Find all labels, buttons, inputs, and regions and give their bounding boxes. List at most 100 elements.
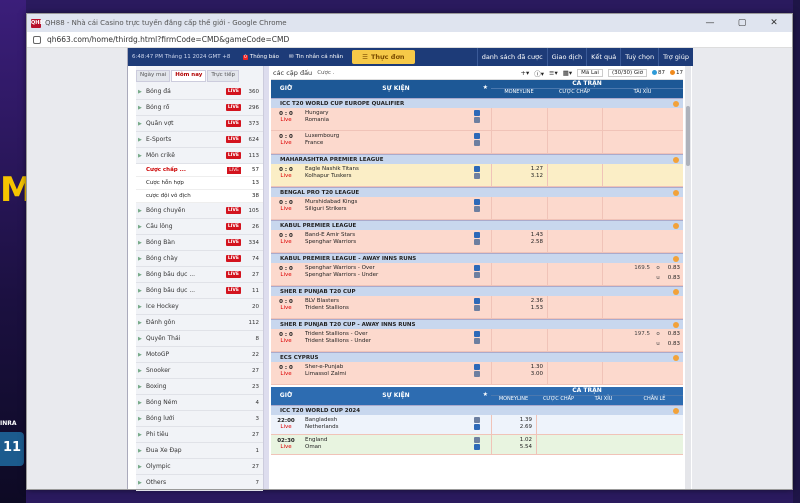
stats-icon[interactable] xyxy=(474,298,480,304)
stats-icon[interactable] xyxy=(474,133,480,139)
over-under-cell[interactable]: 197.5 o 0.83 u 0.83 xyxy=(602,329,683,351)
live-tv-icon[interactable] xyxy=(474,173,480,179)
league-header[interactable]: SHER E PUNJAB T20 CUP xyxy=(271,286,683,296)
collapse-icon[interactable] xyxy=(673,190,679,196)
moneyline-cell[interactable]: 1.02 5.54 xyxy=(491,435,536,454)
site-info-icon[interactable] xyxy=(33,35,41,44)
sidebar-item[interactable]: ▶ Cầu lông LIVE 26 xyxy=(136,219,263,235)
sidebar-item[interactable]: ▶ Bóng Bàn LIVE 334 xyxy=(136,235,263,251)
chip-one[interactable]: 87 xyxy=(652,70,665,76)
moneyline-home[interactable]: 1.39 xyxy=(492,417,532,424)
sidebar-item[interactable]: ▶ Ice Hockey 20 xyxy=(136,299,263,315)
menu-button[interactable]: ☰ Thực đơn xyxy=(352,50,415,64)
ou-under-odd[interactable] xyxy=(663,120,683,130)
address-bar[interactable]: qh663.com/home/thirdg.html?firmCode=CMD&… xyxy=(27,32,792,48)
moneyline-home[interactable]: 1.02 xyxy=(492,437,532,444)
ou-over-odd[interactable] xyxy=(663,110,683,120)
moneyline-cell[interactable] xyxy=(491,108,547,130)
sidebar-subitem[interactable]: cược đội vô địch 38 xyxy=(136,190,263,203)
notice-link[interactable]: 0 Thông báo xyxy=(238,54,284,60)
sidebar-item[interactable]: ▶ Đua Xe Đạp 1 xyxy=(136,443,263,459)
moneyline-cell[interactable]: 1.27 3.12 xyxy=(491,164,547,186)
league-header[interactable]: KABUL PREMIER LEAGUE xyxy=(271,220,683,230)
handicap-cell[interactable] xyxy=(536,415,591,434)
tab-results[interactable]: Kết quả xyxy=(586,48,620,66)
inbox-link[interactable]: ✉ Tin nhắn cá nhân xyxy=(284,54,348,60)
ou-over-odd[interactable] xyxy=(663,298,683,308)
sidebar-item[interactable]: ▶ Đánh gôn 112 xyxy=(136,315,263,331)
moneyline-home[interactable]: 1.30 xyxy=(492,364,543,371)
close-button[interactable]: ✕ xyxy=(760,18,788,28)
sidebar-item[interactable]: ▶ Bóng chuyền LIVE 105 xyxy=(136,203,263,219)
moneyline-cell[interactable] xyxy=(491,197,547,219)
moneyline-cell[interactable]: 1.30 3.00 xyxy=(491,362,547,384)
sidebar-tab[interactable]: Hôm nay xyxy=(171,70,207,82)
ou-over-odd[interactable] xyxy=(663,166,683,176)
sidebar-item[interactable]: ▶ Môn crikê LIVE 113 xyxy=(136,148,263,164)
ou-over-odd[interactable]: 0.83 xyxy=(663,265,683,275)
moneyline-away[interactable]: 3.00 xyxy=(492,371,543,378)
sidebar-subitem[interactable]: Cược chấp ... LIVE 57 xyxy=(136,164,263,177)
info-icon[interactable]: ⓘ▾ xyxy=(534,68,544,78)
ou-over-odd[interactable] xyxy=(663,364,683,374)
sidebar-item[interactable]: ▶ Bóng bầu dục ... LIVE 27 xyxy=(136,267,263,283)
stats-icon[interactable] xyxy=(474,331,480,337)
live-tv-icon[interactable] xyxy=(474,305,480,311)
minimize-button[interactable]: — xyxy=(696,18,724,28)
collapse-icon[interactable] xyxy=(673,256,679,262)
grid-icon[interactable]: ▦▾ xyxy=(563,69,572,77)
over-under-cell[interactable] xyxy=(602,362,683,384)
collapse-icon[interactable] xyxy=(673,408,679,414)
stats-icon[interactable] xyxy=(474,265,480,271)
sidebar-tab[interactable]: Trực tiếp xyxy=(207,70,239,82)
moneyline-cell[interactable] xyxy=(491,131,547,153)
sidebar-item[interactable]: ▶ Bóng bầu dục ... LIVE 11 xyxy=(136,283,263,299)
sidebar-item[interactable]: ▶ Phi tiêu 27 xyxy=(136,427,263,443)
live-tv-icon[interactable] xyxy=(474,239,480,245)
ou-under-odd[interactable]: 0.83 xyxy=(663,275,683,285)
ou-under-odd[interactable] xyxy=(663,308,683,318)
live-tv-icon[interactable] xyxy=(474,444,480,450)
stats-icon[interactable] xyxy=(474,110,480,116)
ou-under-odd[interactable]: 0.83 xyxy=(663,341,683,351)
moneyline-cell[interactable]: 2.36 1.53 xyxy=(491,296,547,318)
sidebar-item[interactable]: ▶ Bóng Ném 4 xyxy=(136,395,263,411)
handicap-cell[interactable] xyxy=(547,230,602,252)
tab-transactions[interactable]: Giao dịch xyxy=(546,48,587,66)
handicap-cell[interactable] xyxy=(547,164,602,186)
over-under-cell[interactable]: 169.5 o 0.83 u 0.83 xyxy=(602,263,683,285)
favorite-star2-icon[interactable]: ★ xyxy=(483,391,488,398)
moneyline-cell[interactable] xyxy=(491,329,547,351)
live-tv-icon[interactable] xyxy=(474,117,480,123)
over-under-cell[interactable] xyxy=(602,131,683,153)
moneyline-away[interactable]: 5.54 xyxy=(492,444,532,451)
sidebar-item[interactable]: ▶ Boxing 23 xyxy=(136,379,263,395)
favorite-star-icon[interactable]: ★ xyxy=(483,84,488,91)
ou-over-odd[interactable] xyxy=(663,199,683,209)
over-under-cell[interactable] xyxy=(602,197,683,219)
stats-icon[interactable] xyxy=(474,232,480,238)
moneyline-away[interactable]: 3.12 xyxy=(492,173,543,180)
collapse-icon[interactable] xyxy=(673,101,679,107)
sidebar-item[interactable]: ▶ Bóng rổ LIVE 296 xyxy=(136,100,263,116)
sidebar-item[interactable]: ▶ Quyền Thái 8 xyxy=(136,331,263,347)
sidebar-item[interactable]: ▶ Quần vợt LIVE 373 xyxy=(136,116,263,132)
live-tv-icon[interactable] xyxy=(474,371,480,377)
tab-options[interactable]: Tuỳ chọn xyxy=(620,48,658,66)
ou-over-odd[interactable] xyxy=(663,133,683,143)
moneyline-cell[interactable]: 1.39 2.69 xyxy=(491,415,536,434)
sidebar-item[interactable]: ▶ E-Sports LIVE 624 xyxy=(136,132,263,148)
ou-under-odd[interactable] xyxy=(663,242,683,252)
ou-under-odd[interactable] xyxy=(663,374,683,384)
sidebar-scrollbar[interactable] xyxy=(264,66,269,489)
sidebar-item[interactable]: ▶ Bóng lưới 3 xyxy=(136,411,263,427)
sidebar-item[interactable]: ▶ Snooker 27 xyxy=(136,363,263,379)
league-header[interactable]: KABUL PREMIER LEAGUE - AWAY INNS RUNS xyxy=(271,253,683,263)
ou-over-odd[interactable]: 0.83 xyxy=(663,331,683,341)
bet-type-dropdown[interactable]: Cược . xyxy=(317,70,334,76)
sidebar-item[interactable]: ▶ MotoGP 22 xyxy=(136,347,263,363)
live-tv-icon[interactable] xyxy=(474,206,480,212)
league-header[interactable]: ECS CYPRUS xyxy=(271,352,683,362)
ou-under-odd[interactable] xyxy=(663,209,683,219)
url-text[interactable]: qh663.com/home/thirdg.html?firmCode=CMD&… xyxy=(47,35,289,44)
